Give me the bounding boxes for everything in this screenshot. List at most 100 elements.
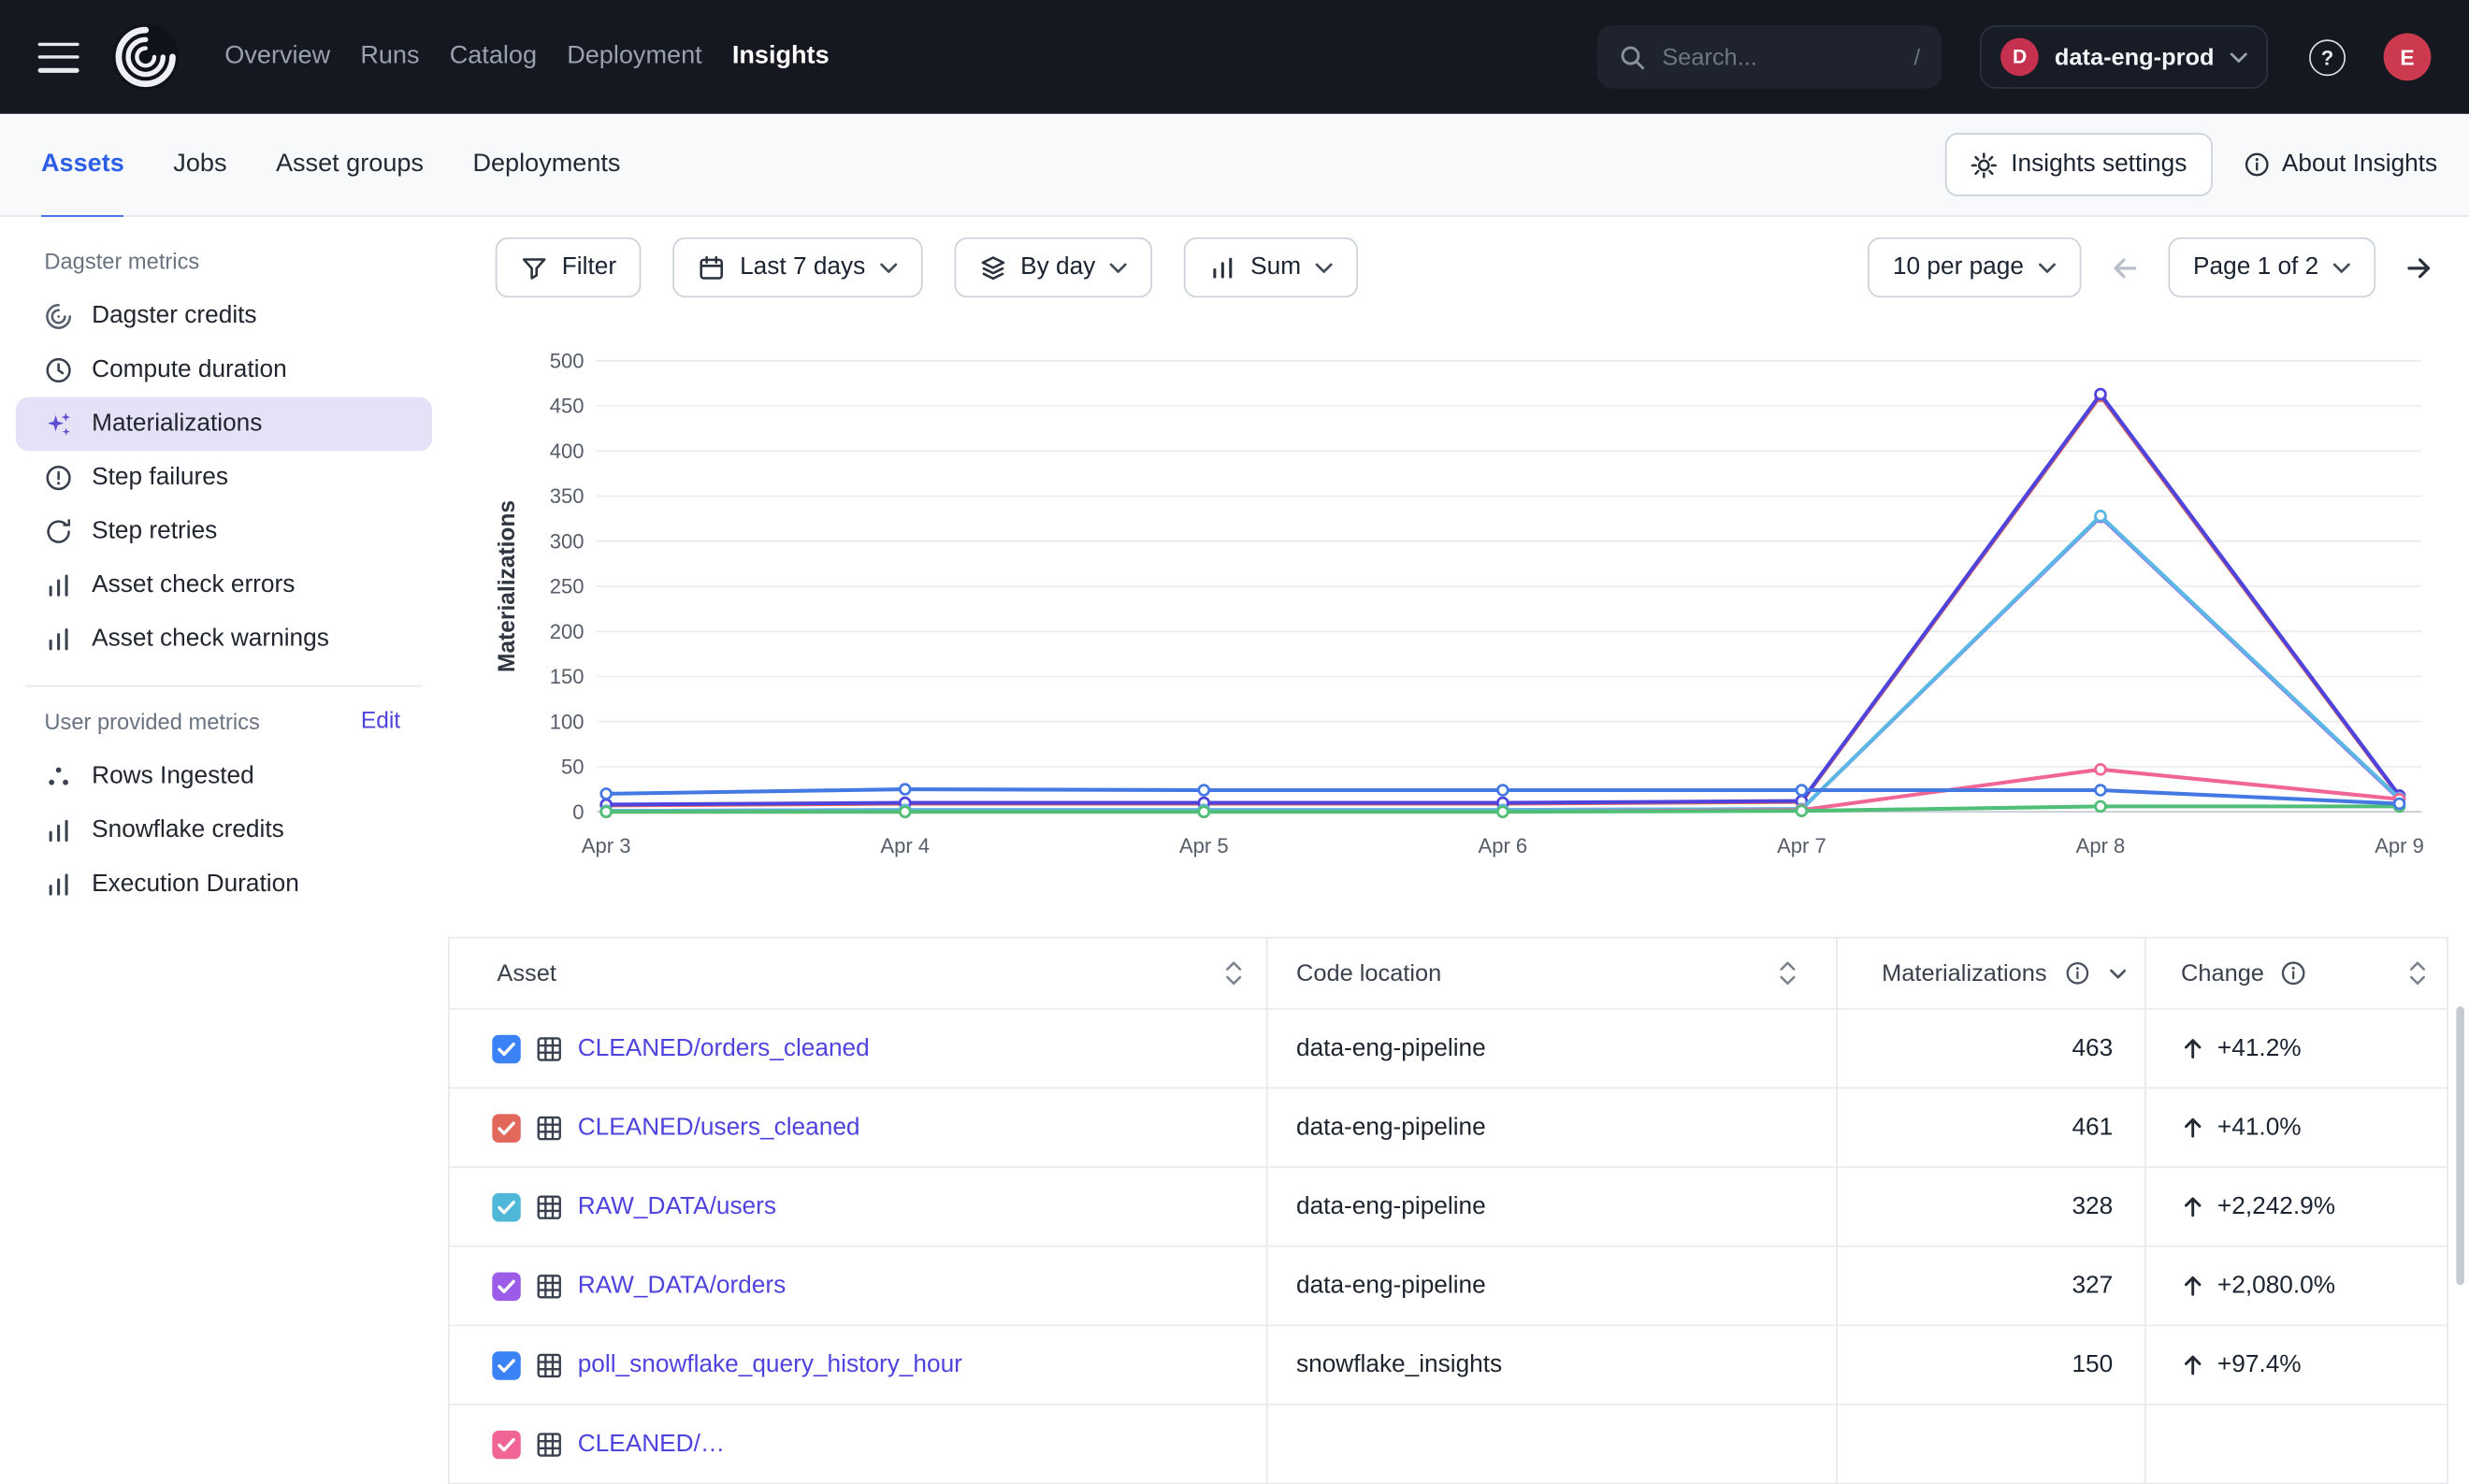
tab-assets[interactable]: Assets	[41, 113, 124, 216]
sidebar-item-compute-duration[interactable]: Compute duration	[16, 343, 432, 397]
search-box[interactable]: /	[1597, 25, 1942, 89]
table-row: CLEANED/users_cleaned data-eng-pipeline …	[450, 1088, 2447, 1167]
sidebar-item-dagster-credits[interactable]: Dagster credits	[16, 290, 432, 344]
chevron-down-icon[interactable]	[2109, 968, 2126, 979]
column-header-code-location[interactable]: Code location	[1268, 939, 1838, 1008]
svg-text:Apr 3: Apr 3	[582, 834, 631, 857]
sort-icon[interactable]	[1777, 960, 1798, 986]
series-checkbox[interactable]	[492, 1350, 520, 1378]
change-value: +2,242.9%	[2217, 1192, 2335, 1220]
code-location-cell: data-eng-pipeline	[1268, 1168, 1838, 1246]
asset-link[interactable]: CLEANED/users_cleaned	[578, 1114, 860, 1142]
column-header-materializations[interactable]: Materializations	[1838, 939, 2146, 1008]
materializations-cell: 328	[1838, 1168, 2146, 1246]
sidebar-item-snowflake-credits[interactable]: Snowflake credits	[16, 804, 432, 858]
change-value: +41.0%	[2217, 1114, 2302, 1142]
group-by-button[interactable]: By day	[954, 238, 1152, 297]
vertical-scrollbar-thumb[interactable]	[2456, 1006, 2463, 1285]
series-checkbox[interactable]	[492, 1034, 520, 1062]
sort-icon[interactable]	[2407, 960, 2428, 986]
sort-icon[interactable]	[1223, 960, 1244, 986]
user-avatar[interactable]: E	[2384, 34, 2432, 81]
filter-button[interactable]: Filter	[496, 238, 642, 297]
series-checkbox[interactable]	[492, 1272, 520, 1300]
change-cell: +97.4%	[2146, 1326, 2447, 1404]
edit-user-metrics-link[interactable]: Edit	[361, 709, 400, 734]
top-navigation-bar: Overview Runs Catalog Deployment Insight…	[0, 0, 2469, 114]
asset-link[interactable]: RAW_DATA/orders	[578, 1272, 787, 1300]
sidebar-item-asset-check-errors[interactable]: Asset check errors	[16, 558, 432, 612]
sidebar-item-rows-ingested[interactable]: Rows Ingested	[16, 750, 432, 804]
page-selector-button[interactable]: Page 1 of 2	[2168, 238, 2375, 297]
alert-circle-icon	[44, 464, 72, 492]
sidebar-item-label: Execution Duration	[92, 871, 299, 899]
materializations-cell: 327	[1838, 1247, 2146, 1325]
svg-text:500: 500	[550, 349, 585, 372]
section-title: Dagster metrics	[44, 249, 199, 274]
deployment-switcher[interactable]: D data-eng-prod	[1980, 25, 2268, 89]
nav-deployment[interactable]: Deployment	[567, 43, 701, 71]
series-checkbox[interactable]	[492, 1114, 520, 1142]
sidebar-item-asset-check-warnings[interactable]: Asset check warnings	[16, 612, 432, 667]
tab-jobs[interactable]: Jobs	[173, 113, 226, 216]
chevron-down-icon	[2230, 51, 2247, 63]
series-checkbox[interactable]	[492, 1192, 520, 1220]
aggregation-button[interactable]: Sum	[1184, 238, 1358, 297]
checkmark-icon	[497, 1199, 515, 1215]
search-shortcut-hint: /	[1913, 44, 1920, 69]
data-point	[2096, 764, 2106, 774]
sidebar-item-materializations[interactable]: Materializations	[16, 397, 432, 452]
asset-link[interactable]: poll_snowflake_query_history_hour	[578, 1350, 962, 1378]
table-header-row: Asset Code location Materializations	[450, 939, 2447, 1008]
search-input[interactable]	[1662, 44, 1898, 71]
previous-page-button[interactable]	[2106, 250, 2143, 286]
series-checkbox[interactable]	[492, 1430, 520, 1458]
calendar-icon	[699, 254, 726, 281]
table-grid-icon	[535, 1272, 563, 1300]
tab-deployments[interactable]: Deployments	[472, 113, 620, 216]
data-point	[2096, 511, 2106, 521]
deployment-avatar: D	[2000, 38, 2039, 77]
column-header-asset[interactable]: Asset	[450, 939, 1268, 1008]
chart-svg: 050100150200250300350400450500Apr 3Apr 4…	[448, 337, 2442, 874]
svg-text:250: 250	[550, 575, 585, 598]
dagster-swirl	[110, 22, 180, 92]
about-insights-link[interactable]: About Insights	[2244, 151, 2437, 179]
sidebar-item-label: Step retries	[92, 517, 217, 545]
per-page-button[interactable]: 10 per page	[1868, 238, 2081, 297]
sidebar-item-step-failures[interactable]: Step failures	[16, 451, 432, 505]
next-page-button[interactable]	[2401, 250, 2437, 286]
change-value: +41.2%	[2217, 1034, 2302, 1062]
nav-insights[interactable]: Insights	[732, 43, 830, 71]
table-grid-icon	[535, 1114, 563, 1142]
info-icon[interactable]	[2066, 960, 2090, 986]
nav-runs[interactable]: Runs	[360, 43, 419, 71]
asset-link[interactable]: CLEANED/orders_cleaned	[578, 1034, 870, 1062]
sidebar-item-step-retries[interactable]: Step retries	[16, 505, 432, 559]
date-range-button[interactable]: Last 7 days	[673, 238, 922, 297]
checkmark-icon	[497, 1357, 515, 1373]
asset-link[interactable]: CLEANED/…	[578, 1430, 725, 1458]
tab-asset-groups[interactable]: Asset groups	[276, 113, 424, 216]
asset-link[interactable]: RAW_DATA/users	[578, 1192, 776, 1220]
help-icon[interactable]: ?	[2309, 38, 2346, 75]
column-header-change[interactable]: Change	[2146, 939, 2447, 1008]
svg-text:50: 50	[561, 756, 584, 779]
insights-settings-button[interactable]: Insights settings	[1944, 133, 2212, 196]
hamburger-menu-icon[interactable]	[38, 42, 79, 72]
sidebar-item-label: Asset check errors	[92, 571, 295, 599]
data-point	[900, 807, 910, 817]
info-icon[interactable]	[2280, 960, 2305, 986]
nav-catalog[interactable]: Catalog	[450, 43, 537, 71]
chart-toolbar: Filter Last 7 days By day Sum	[496, 238, 2437, 297]
dots-cluster-icon	[44, 763, 72, 791]
nav-overview[interactable]: Overview	[224, 43, 330, 71]
chevron-down-icon	[1110, 262, 1128, 273]
series-line	[606, 395, 2399, 805]
arrow-up-icon	[2181, 1353, 2204, 1376]
dagster-logo[interactable]	[110, 22, 180, 92]
dagster-insights-page: Overview Runs Catalog Deployment Insight…	[0, 0, 2469, 1418]
svg-text:450: 450	[550, 395, 585, 418]
chevron-down-icon	[1315, 262, 1333, 273]
sidebar-item-execution-duration[interactable]: Execution Duration	[16, 857, 432, 912]
